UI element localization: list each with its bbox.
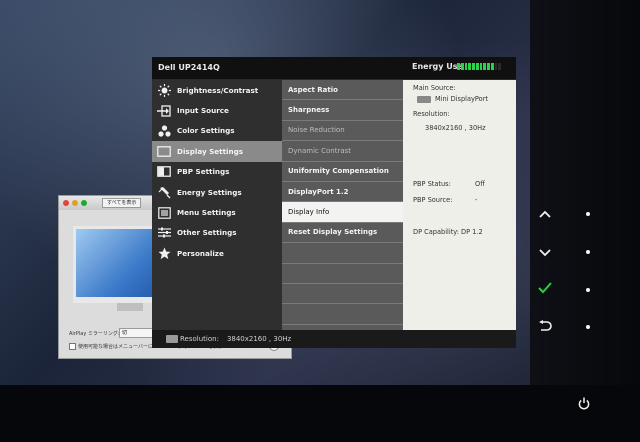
pbp-source-value: - — [475, 196, 478, 204]
monitor-bezel-right — [530, 0, 640, 442]
resolution-label: Resolution: — [413, 110, 450, 118]
power-icon[interactable] — [574, 397, 594, 413]
pbp-source-label: PBP Source: — [413, 196, 453, 204]
menu-item-menu-settings[interactable]: Menu Settings — [152, 202, 282, 222]
mirroring-select[interactable]: 切 — [119, 328, 153, 338]
energy-meter-segment — [464, 63, 468, 70]
monitor-bezel-bottom — [0, 385, 640, 442]
menu-item-personalize[interactable]: Personalize — [152, 243, 282, 263]
mirroring-label: AirPlay ミラーリング: — [69, 331, 120, 337]
displayport-icon — [417, 96, 431, 103]
energy-meter-segment — [460, 63, 464, 70]
menu-item-label: Personalize — [177, 248, 224, 258]
main-source-label: Main Source: — [413, 84, 456, 92]
energy-meter-segment — [472, 63, 475, 70]
pbp-status-label: PBP Status: — [413, 180, 451, 188]
monitor-model: Dell UP2414Q — [158, 63, 220, 72]
sliders-icon — [156, 226, 172, 240]
menu-item-label: Brightness/Contrast — [177, 85, 259, 95]
footer-resolution-value: 3840x2160 , 30Hz — [226, 335, 292, 343]
osd-header: Dell UP2414Q Energy Use — [152, 57, 516, 80]
energy-meter-segment — [457, 63, 460, 70]
submenu-empty-row — [282, 243, 403, 264]
submenu-empty-row — [282, 264, 403, 284]
menu-item-label: Display Settings — [177, 146, 244, 156]
pbp-icon — [156, 165, 172, 179]
submenu-sharpness[interactable]: Sharpness — [282, 100, 403, 121]
color-dots-icon — [156, 124, 172, 138]
menu-item-energy-settings[interactable]: Energy Settings — [152, 182, 282, 202]
submenu-empty-row — [282, 284, 403, 305]
up-arrow-icon[interactable] — [535, 207, 555, 221]
zoom-icon[interactable] — [81, 200, 87, 206]
input-connector-icon — [166, 335, 178, 343]
menu-item-display-settings[interactable]: Display Settings — [152, 141, 282, 162]
footer-resolution-label: Resolution: — [180, 335, 219, 343]
dp-capability: DP Capability: DP 1.2 — [413, 228, 483, 236]
indicator-dot — [586, 212, 590, 216]
energy-meter-segment — [487, 63, 490, 70]
osd-footer: Resolution: 3840x2160 , 30Hz — [152, 330, 516, 348]
close-icon[interactable] — [63, 200, 69, 206]
input-arrow-icon — [156, 104, 172, 118]
mirroring-checkbox[interactable] — [69, 343, 76, 350]
display-rect-icon — [156, 144, 172, 158]
plug-icon — [156, 185, 172, 199]
display-settings-submenu: Aspect Ratio Sharpness Noise Reduction D… — [282, 80, 403, 330]
back-icon[interactable] — [535, 320, 555, 335]
menu-item-label: Other Settings — [177, 228, 237, 238]
indicator-dot — [586, 250, 590, 254]
energy-meter-segment — [494, 63, 498, 70]
pbp-status-value: Off — [475, 180, 485, 188]
sun-icon — [156, 83, 172, 97]
menu-item-label: Input Source — [177, 106, 229, 116]
energy-meter-segment — [468, 63, 471, 70]
submenu-dynamic-contrast[interactable]: Dynamic Contrast — [282, 141, 403, 162]
energy-meter-segment — [490, 63, 494, 70]
indicator-dot — [586, 325, 590, 329]
energy-meter-segment — [483, 63, 486, 70]
energy-use-meter — [457, 63, 501, 70]
energy-meter-segment — [479, 63, 483, 70]
energy-meter-segment — [475, 63, 479, 70]
menu-item-label: Color Settings — [177, 126, 235, 136]
menu-item-other-settings[interactable]: Other Settings — [152, 223, 282, 243]
energy-use-label: Energy Use — [412, 62, 463, 71]
check-icon[interactable] — [535, 282, 555, 297]
monitor-osd: Dell UP2414Q Energy Use Brightness/Contr… — [152, 57, 516, 348]
main-menu: Brightness/Contrast Input Source Color S… — [152, 80, 282, 330]
show-all-button[interactable]: すべてを表示 — [102, 198, 142, 208]
menu-item-label: PBP Settings — [177, 167, 230, 177]
down-arrow-icon[interactable] — [535, 246, 555, 260]
submenu-displayport-1-2[interactable]: DisplayPort 1.2 — [282, 182, 403, 203]
menu-list-icon — [156, 206, 172, 220]
menu-item-input-source[interactable]: Input Source — [152, 100, 282, 120]
star-icon — [156, 246, 172, 260]
display-stand-image — [117, 303, 143, 311]
resolution-value: 3840x2160 , 30Hz — [425, 124, 486, 132]
main-source-value: Mini DisplayPort — [435, 95, 489, 103]
menu-item-brightness-contrast[interactable]: Brightness/Contrast — [152, 80, 282, 100]
indicator-dot — [586, 288, 590, 292]
submenu-uniformity-compensation[interactable]: Uniformity Compensation — [282, 162, 403, 182]
menu-item-pbp-settings[interactable]: PBP Settings — [152, 162, 282, 182]
display-info-panel: Main Source: Mini DisplayPort Resolution… — [403, 80, 516, 330]
submenu-reset-display-settings[interactable]: Reset Display Settings — [282, 223, 403, 244]
menu-item-color-settings[interactable]: Color Settings — [152, 121, 282, 141]
submenu-display-info[interactable]: Display Info — [282, 202, 403, 223]
submenu-empty-row — [282, 304, 403, 325]
submenu-aspect-ratio[interactable]: Aspect Ratio — [282, 80, 403, 101]
menu-item-label: Menu Settings — [177, 208, 236, 218]
minimize-icon[interactable] — [72, 200, 78, 206]
menu-item-label: Energy Settings — [177, 187, 242, 197]
energy-meter-segment — [498, 63, 501, 70]
submenu-noise-reduction[interactable]: Noise Reduction — [282, 121, 403, 142]
